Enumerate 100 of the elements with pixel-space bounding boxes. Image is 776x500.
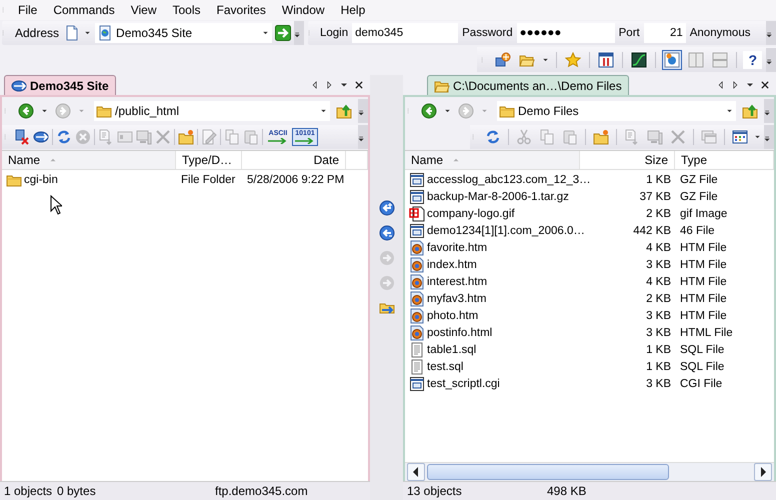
file-name[interactable]: cgi-bin bbox=[24, 174, 58, 186]
reconnect-icon bbox=[11, 78, 27, 94]
port-label: Port bbox=[618, 27, 641, 39]
file-name[interactable]: table1.sql bbox=[427, 344, 476, 356]
site-manager-icon[interactable] bbox=[493, 50, 514, 70]
single-pane-icon[interactable] bbox=[662, 50, 682, 70]
file-name[interactable]: company-logo.gif bbox=[427, 208, 515, 220]
column-header[interactable]: Size bbox=[580, 151, 675, 169]
arrow-icon bbox=[268, 138, 288, 144]
password-field[interactable]: ●●●●●● bbox=[516, 23, 615, 43]
file-name[interactable]: accesslog_abc123.com_12_3… bbox=[427, 174, 591, 186]
menu-item[interactable]: File bbox=[10, 1, 46, 19]
disconnect-icon[interactable] bbox=[13, 128, 31, 146]
pane-tab[interactable]: Demo345 Site bbox=[4, 75, 116, 95]
menu-item[interactable]: Favorites bbox=[208, 1, 274, 19]
file-size: 2 KB bbox=[646, 208, 671, 220]
file-name[interactable]: favorite.htm bbox=[427, 242, 488, 254]
path-dropdown[interactable]: /public_html bbox=[94, 100, 330, 120]
folder-path: /public_html bbox=[115, 104, 180, 118]
pane-tab[interactable]: C:\Documents an…\Demo Files bbox=[427, 75, 629, 95]
file-type: HTM File bbox=[680, 276, 727, 288]
toolbar-overflow-icon[interactable] bbox=[294, 21, 304, 45]
document-icon[interactable] bbox=[64, 25, 80, 41]
path-dropdown[interactable]: Demo Files bbox=[497, 100, 736, 120]
toolbar-overflow-icon[interactable] bbox=[766, 21, 776, 45]
transfer-left-icon[interactable] bbox=[376, 198, 396, 218]
site-dropdown[interactable]: Demo345 Site bbox=[95, 23, 272, 43]
toolbar-overflow-icon[interactable] bbox=[358, 125, 368, 149]
web-page-file-icon bbox=[409, 256, 425, 272]
file-type: HTM File bbox=[680, 258, 727, 270]
file-name[interactable]: postinfo.html bbox=[427, 326, 492, 338]
file-name[interactable]: test.sql bbox=[427, 360, 464, 372]
transfer-left-icon[interactable] bbox=[376, 222, 396, 242]
login-field[interactable]: demo345 bbox=[352, 23, 458, 43]
file-size: 1 KB bbox=[646, 344, 671, 356]
file-size: 1 KB bbox=[646, 174, 671, 186]
two-rows-icon[interactable] bbox=[710, 50, 730, 70]
application-file-icon bbox=[409, 376, 425, 392]
file-type: 46 File bbox=[680, 224, 715, 236]
scroll-left-icon[interactable] bbox=[407, 463, 425, 481]
text-file-icon bbox=[409, 358, 425, 374]
file-type: HTM File bbox=[680, 292, 727, 304]
toolbar-overflow-icon[interactable] bbox=[358, 98, 368, 122]
menu-item[interactable]: Help bbox=[332, 1, 374, 19]
file-size: 442 KB bbox=[633, 224, 671, 236]
file-size: 4 KB bbox=[646, 242, 671, 254]
file-type: HTM File bbox=[680, 242, 727, 254]
scrollbar-thumb[interactable] bbox=[427, 464, 669, 480]
file-name[interactable]: demo1234[1][1].com_2006.0… bbox=[427, 224, 585, 236]
toolbar-overflow-icon[interactable] bbox=[764, 125, 774, 149]
modified-date: 5/28/2006 9:22 PM bbox=[247, 174, 344, 186]
file-type: SQL File bbox=[680, 344, 724, 356]
arrow-icon bbox=[295, 138, 315, 144]
new-folder-icon[interactable] bbox=[177, 128, 195, 146]
file-size: 3 KB bbox=[646, 378, 671, 390]
go-arrow-icon[interactable] bbox=[275, 25, 291, 41]
toolbar-overflow-icon[interactable] bbox=[764, 98, 774, 122]
file-name[interactable]: photo.htm bbox=[427, 310, 478, 322]
column-header[interactable]: Name bbox=[2, 151, 176, 169]
file-size: 3 KB bbox=[646, 310, 671, 322]
file-name[interactable]: test_scriptl.cgi bbox=[427, 378, 500, 390]
transfer-window-icon[interactable] bbox=[596, 50, 616, 70]
folder-path: Demo Files bbox=[518, 104, 580, 118]
file-type: GZ File bbox=[680, 190, 718, 202]
image-file-icon bbox=[409, 206, 425, 222]
file-type: SQL File bbox=[680, 360, 724, 372]
file-type: gif Image bbox=[680, 208, 728, 220]
refresh-icon[interactable] bbox=[55, 128, 73, 146]
menu-item[interactable]: Tools bbox=[164, 1, 209, 19]
login-label: Login bbox=[319, 27, 350, 39]
column-header[interactable]: Type/D… bbox=[176, 151, 242, 169]
status-text: 498 KB bbox=[546, 484, 588, 498]
file-type: HTML File bbox=[680, 326, 733, 338]
file-size: 3 KB bbox=[646, 326, 671, 338]
column-header[interactable]: Name bbox=[405, 151, 580, 169]
menu-item[interactable]: View bbox=[122, 1, 164, 19]
new-folder-icon[interactable] bbox=[591, 127, 611, 147]
web-page-file-icon bbox=[409, 240, 425, 256]
menu-item[interactable]: Commands bbox=[45, 1, 123, 19]
toolbar-overflow-icon[interactable] bbox=[766, 48, 776, 72]
anonymous-label[interactable]: Anonymous bbox=[688, 27, 752, 39]
file-size: 37 KB bbox=[640, 190, 671, 202]
menu-item[interactable]: Window bbox=[274, 1, 333, 19]
file-name[interactable]: index.htm bbox=[427, 258, 477, 270]
close-icon[interactable] bbox=[760, 80, 770, 90]
port-field[interactable]: 21 bbox=[644, 23, 686, 43]
file-name[interactable]: interest.htm bbox=[427, 276, 488, 288]
file-type: HTM File bbox=[680, 310, 727, 322]
column-header[interactable]: Type bbox=[675, 151, 774, 169]
application-file-icon bbox=[409, 188, 425, 204]
star-icon[interactable] bbox=[563, 50, 584, 70]
graph-icon[interactable] bbox=[629, 50, 650, 70]
file-name[interactable]: myfav3.htm bbox=[427, 292, 486, 304]
close-icon[interactable] bbox=[354, 80, 364, 90]
help-button[interactable]: ? bbox=[743, 50, 762, 68]
horizontal-scrollbar[interactable] bbox=[405, 462, 774, 481]
file-name[interactable]: backup-Mar-8-2006-1.tar.gz bbox=[427, 190, 569, 202]
column-header[interactable]: Date bbox=[242, 151, 346, 169]
scroll-right-icon[interactable] bbox=[754, 463, 772, 481]
site-name: Demo345 Site bbox=[116, 26, 194, 40]
